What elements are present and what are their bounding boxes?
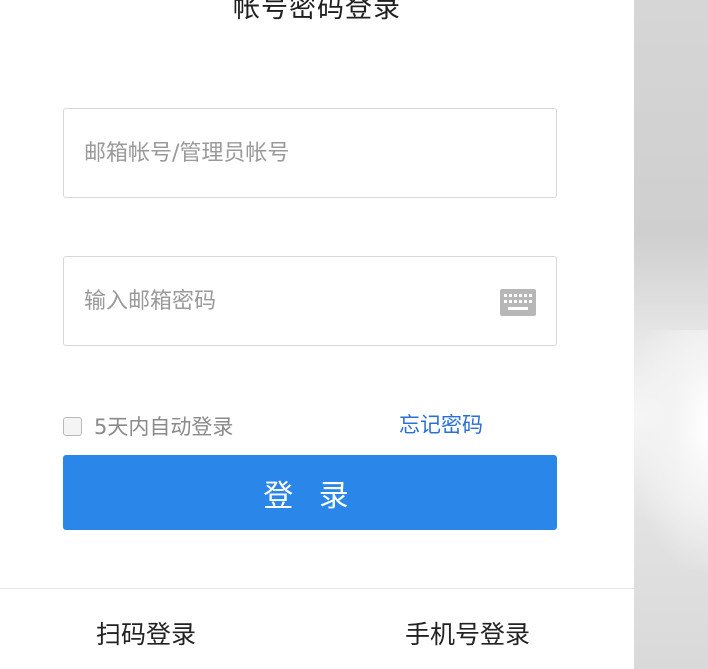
account-field[interactable] [63,108,557,198]
phone-login-link[interactable]: 手机号登录 [405,617,530,653]
qr-login-link[interactable]: 扫码登录 [96,617,196,653]
account-input[interactable] [84,109,504,197]
password-field[interactable] [63,256,557,346]
keyboard-icon[interactable] [500,289,536,316]
remember-label: 5天内自动登录 [94,415,234,439]
footer-divider [0,588,634,589]
login-button[interactable]: 登 录 [63,455,557,530]
login-title: 帐号密码登录 [233,0,401,24]
background-shade [634,330,708,570]
remember-checkbox[interactable] [63,416,82,436]
login-panel: 帐号密码登录 5天内自动登录 忘记密码 登 录 扫码登录 手机号登录 [0,0,634,669]
password-input[interactable] [84,257,504,345]
remember-me[interactable]: 5天内自动登录 [63,412,233,440]
forgot-password-link[interactable]: 忘记密码 [399,410,483,440]
background-image [634,0,708,669]
